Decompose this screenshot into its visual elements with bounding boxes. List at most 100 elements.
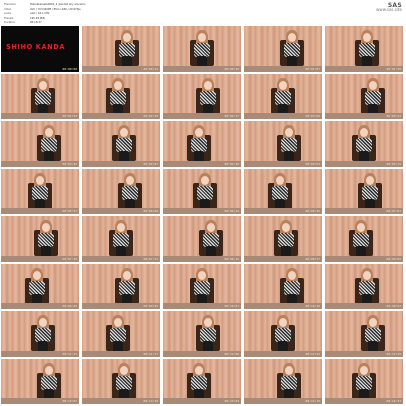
houndstooth-coat-shape	[365, 328, 381, 342]
video-thumbnail: 00:11:15	[1, 311, 79, 357]
face-shape	[276, 175, 284, 185]
face-shape	[285, 365, 293, 375]
timestamp: 00:06:22	[224, 209, 239, 213]
houndstooth-coat-shape	[116, 375, 132, 390]
video-thumbnail: 00:12:22	[244, 311, 322, 357]
timestamp: 00:06:45	[305, 209, 320, 213]
face-shape	[285, 128, 293, 137]
timestamp: 00:09:00	[386, 256, 401, 261]
face-shape	[204, 80, 212, 90]
video-thumbnail: 00:10:30	[244, 263, 322, 309]
video-thumbnail: 00:01:52	[1, 73, 79, 119]
houndstooth-coat-shape	[35, 328, 51, 342]
houndstooth-coat-shape	[284, 280, 300, 295]
timestamp: 00:12:00	[224, 351, 239, 356]
houndstooth-coat-shape	[278, 233, 294, 247]
video-thumbnail: 00:04:52	[244, 121, 322, 167]
video-thumbnail: 00:05:37	[1, 168, 79, 214]
timestamp: 00:02:15	[143, 114, 158, 118]
timestamp: 00:07:07	[386, 209, 401, 213]
video-thumbnail: 00:14:37	[325, 358, 403, 404]
face-shape	[195, 365, 203, 375]
face-shape	[279, 318, 287, 327]
houndstooth-coat-shape	[191, 138, 207, 152]
timestamp: 00:10:52	[386, 304, 401, 308]
timestamp: 00:04:52	[305, 161, 320, 166]
video-thumbnail: 00:13:07	[1, 358, 79, 404]
video-thumbnail: 00:12:00	[163, 311, 241, 357]
houndstooth-coat-shape	[194, 43, 210, 57]
face-shape	[45, 128, 53, 137]
face-shape	[360, 365, 368, 375]
face-shape	[279, 80, 287, 90]
video-thumbnail: 00:09:22	[1, 263, 79, 309]
face-shape	[369, 318, 377, 327]
video-thumbnail: 00:06:00	[82, 168, 160, 214]
video-thumbnail: 00:03:00	[244, 73, 322, 119]
houndstooth-coat-shape	[29, 280, 45, 295]
houndstooth-coat-shape	[281, 138, 297, 152]
video-thumbnail: 00:03:22	[325, 73, 403, 119]
timestamp: 00:05:37	[62, 209, 77, 213]
houndstooth-coat-shape	[110, 90, 126, 105]
face-shape	[114, 80, 122, 90]
face-shape	[123, 33, 131, 42]
timestamp: 00:01:52	[62, 114, 77, 118]
timestamp: 00:07:30	[62, 256, 77, 261]
video-thumbnail: 00:01:30	[325, 26, 403, 72]
houndstooth-coat-shape	[116, 138, 132, 152]
face-shape	[282, 223, 290, 232]
timestamp: 00:13:52	[224, 399, 239, 403]
timestamp: 00:13:07	[62, 399, 77, 403]
face-shape	[114, 318, 122, 327]
timestamp: 00:04:30	[224, 161, 239, 166]
face-shape	[288, 270, 296, 280]
site-logo: SAS www.sas.site	[376, 3, 402, 12]
video-thumbnail: 00:04:07	[82, 121, 160, 167]
video-thumbnail: 00:07:52	[82, 216, 160, 262]
face-shape	[204, 318, 212, 327]
houndstooth-coat-shape	[113, 233, 129, 247]
title-card: SHIHO KANDA 00:00:00	[1, 26, 79, 72]
houndstooth-coat-shape	[122, 185, 138, 200]
houndstooth-coat-shape	[272, 185, 288, 200]
face-shape	[120, 128, 128, 137]
houndstooth-coat-shape	[119, 280, 135, 295]
face-shape	[201, 175, 209, 185]
timestamp: 00:08:15	[224, 256, 239, 261]
timestamp: 00:14:37	[386, 399, 401, 403]
face-shape	[198, 33, 206, 42]
houndstooth-coat-shape	[359, 280, 375, 295]
houndstooth-coat-shape	[200, 328, 216, 342]
houndstooth-coat-shape	[203, 233, 219, 247]
timestamp: 00:04:07	[143, 161, 158, 166]
houndstooth-coat-shape	[110, 328, 126, 342]
timestamp: 00:03:45	[62, 161, 77, 166]
houndstooth-coat-shape	[38, 233, 54, 247]
houndstooth-coat-shape	[275, 90, 291, 105]
video-thumbnail: 00:07:30	[1, 216, 79, 262]
video-thumbnail: 00:03:45	[1, 121, 79, 167]
face-shape	[195, 128, 203, 137]
face-shape	[126, 175, 134, 185]
face-shape	[45, 365, 53, 375]
houndstooth-coat-shape	[35, 90, 51, 105]
video-thumbnail: 00:13:52	[163, 358, 241, 404]
timestamp: 00:12:45	[386, 351, 401, 356]
timestamp: 00:00:45	[224, 66, 239, 71]
video-thumbnail: 00:14:15	[244, 358, 322, 404]
timestamp: 00:13:30	[143, 399, 158, 403]
face-shape	[360, 128, 368, 137]
timestamp: 00:00:00	[62, 66, 77, 71]
houndstooth-coat-shape	[356, 138, 372, 152]
video-thumbnail: 00:02:15	[82, 73, 160, 119]
face-shape	[33, 270, 41, 280]
timestamp: 00:08:37	[305, 256, 320, 261]
timestamp: 00:11:37	[143, 351, 158, 356]
video-thumbnail: 00:12:45	[325, 311, 403, 357]
timestamp: 00:09:22	[62, 304, 77, 308]
houndstooth-coat-shape	[362, 185, 378, 200]
video-thumbnail: 00:09:00	[325, 216, 403, 262]
houndstooth-coat-shape	[197, 185, 213, 200]
video-thumbnail: 00:08:15	[163, 216, 241, 262]
